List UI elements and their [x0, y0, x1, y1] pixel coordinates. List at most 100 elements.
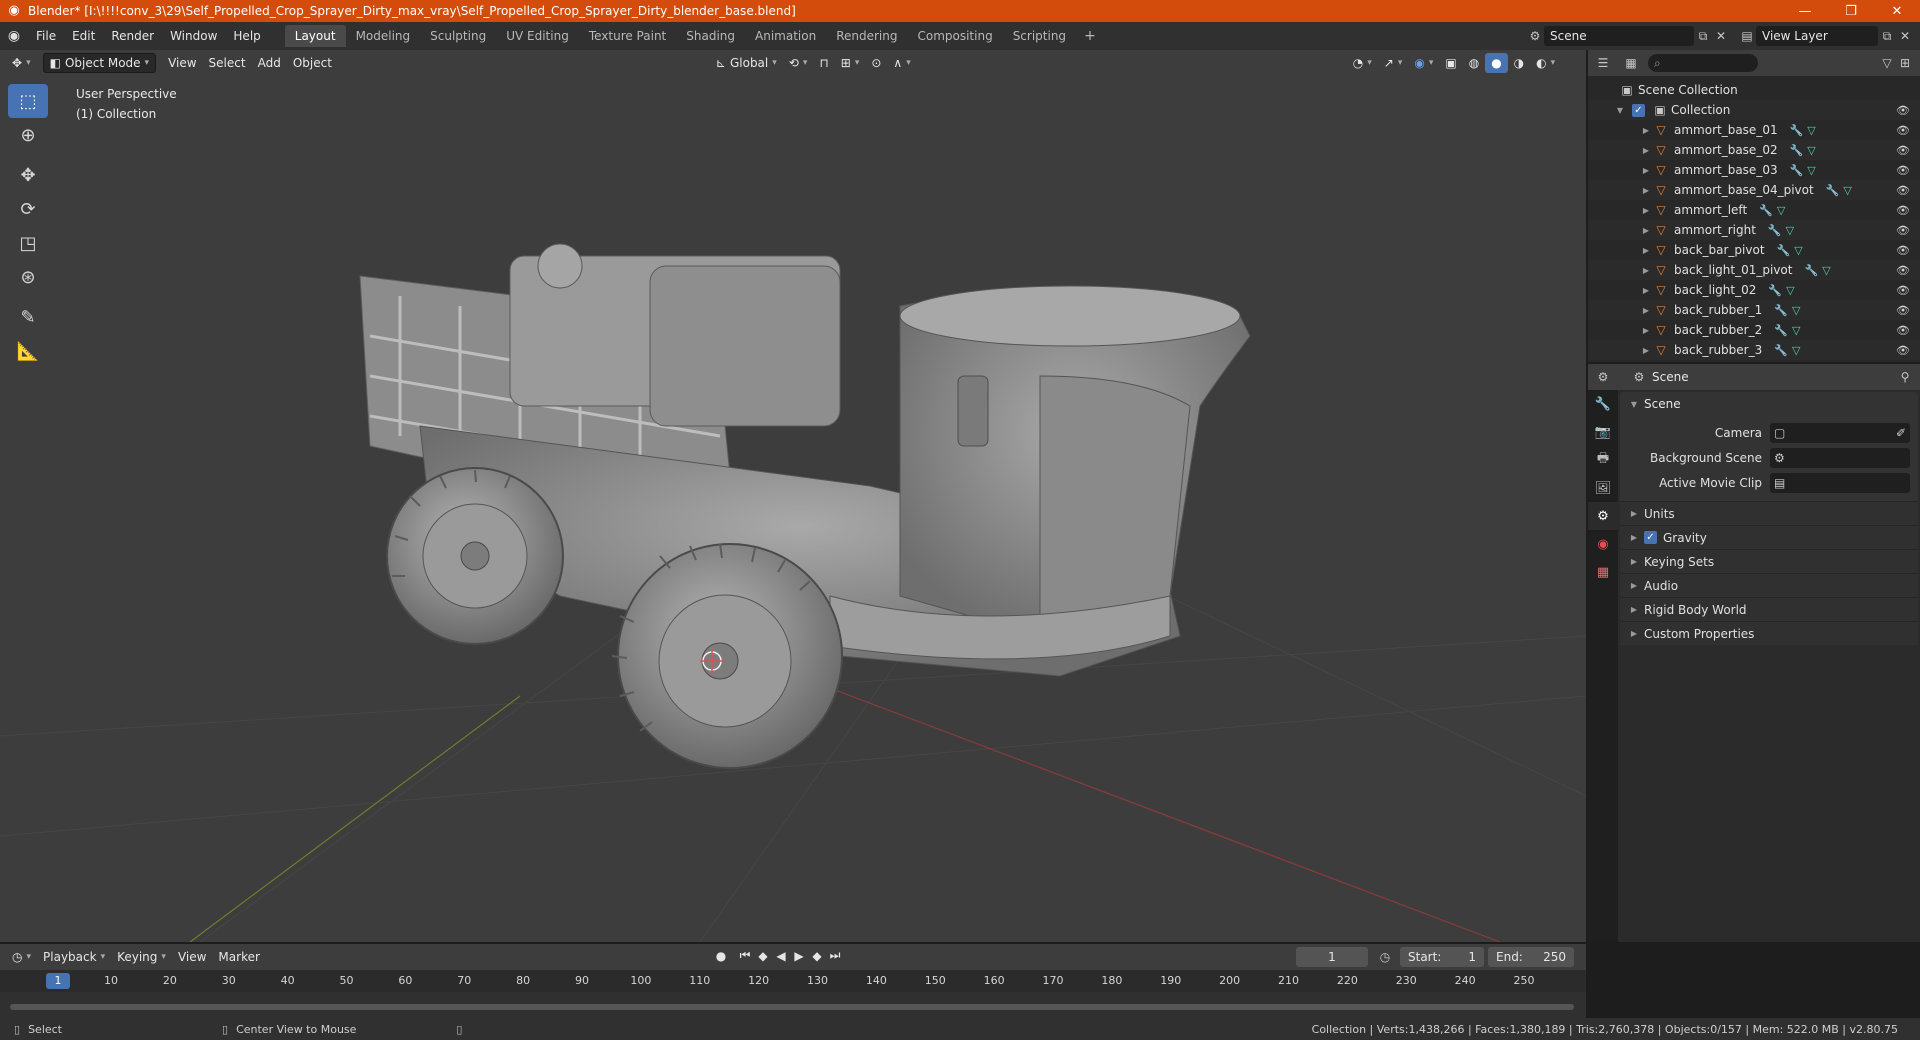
outliner-item[interactable]: ▶ ▽ ammort_base_03 🔧 ▽ 👁 [1588, 160, 1920, 180]
eye-icon[interactable]: 👁 [1896, 124, 1910, 137]
filter-icon[interactable]: ▽ [1878, 54, 1896, 72]
eye-icon[interactable]: 👁 [1896, 244, 1910, 257]
expand-icon[interactable]: ▶ [1640, 326, 1652, 335]
timeline-scrollbar[interactable] [10, 1004, 1574, 1010]
menu-file[interactable]: File [28, 22, 64, 50]
scene-collection-row[interactable]: ▣ Scene Collection [1588, 80, 1920, 100]
modifier-icon[interactable]: 🔧 [1826, 184, 1840, 197]
mesh-data-icon[interactable]: ▽ [1822, 264, 1830, 277]
modifier-icon[interactable]: 🔧 [1777, 244, 1791, 257]
tab-layout[interactable]: Layout [284, 25, 346, 47]
eye-icon[interactable]: 👁 [1896, 104, 1910, 117]
timeline-editor-icon[interactable]: ◷ ▾ [6, 947, 37, 967]
tab-uv-editing[interactable]: UV Editing [496, 25, 579, 47]
pivot-point-icon[interactable]: ⟲ ▾ [783, 53, 814, 73]
gravity-checkbox[interactable]: ✓ [1644, 531, 1657, 544]
modifier-icon[interactable]: 🔧 [1768, 284, 1782, 297]
eye-icon[interactable]: 👁 [1896, 204, 1910, 217]
outliner-item[interactable]: ▶ ▽ ammort_left 🔧 ▽ 👁 [1588, 200, 1920, 220]
snap-target-icon[interactable]: ⊞ ▾ [835, 53, 866, 73]
tab-modeling[interactable]: Modeling [346, 25, 421, 47]
record-icon[interactable]: ● [712, 949, 730, 963]
mesh-data-icon[interactable]: ▽ [1794, 244, 1802, 257]
eye-icon[interactable]: 👁 [1896, 224, 1910, 237]
eye-icon[interactable]: 👁 [1896, 184, 1910, 197]
object-menu[interactable]: Object [287, 53, 338, 73]
tab-animation[interactable]: Animation [745, 25, 826, 47]
scene-panel-header[interactable]: ▼ Scene [1620, 392, 1918, 416]
modifier-icon[interactable]: 🔧 [1790, 144, 1804, 157]
modifier-icon[interactable]: 🔧 [1759, 204, 1773, 217]
mesh-data-icon[interactable]: ▽ [1807, 144, 1815, 157]
modifier-icon[interactable]: 🔧 [1790, 124, 1804, 137]
eyedropper-icon[interactable]: ✐ [1896, 426, 1906, 440]
play-reverse-icon[interactable]: ◀ [772, 949, 790, 963]
custom-properties-panel[interactable]: ▶ Custom Properties [1620, 621, 1918, 645]
outliner-item[interactable]: ▶ ▽ back_light_02 🔧 ▽ 👁 [1588, 280, 1920, 300]
transform-tool-icon[interactable]: ⊛ [8, 260, 48, 294]
snap-icon[interactable]: ⊓ [813, 53, 834, 73]
jump-end-icon[interactable]: ⏭ [826, 948, 844, 963]
world-tab-icon[interactable]: ◉ [1588, 530, 1618, 558]
cursor-tool-icon[interactable]: ⊕ [8, 118, 48, 152]
current-frame-indicator[interactable]: 1 [46, 973, 70, 989]
mesh-data-icon[interactable]: ▽ [1786, 284, 1794, 297]
tool-tab-icon[interactable]: 🔧 [1588, 390, 1618, 418]
wireframe-shading-icon[interactable]: ◍ [1463, 53, 1485, 73]
maximize-button[interactable]: ❐ [1828, 0, 1874, 22]
playback-menu[interactable]: Playback ▾ [37, 947, 111, 967]
timeline-view-menu[interactable]: View [172, 947, 212, 967]
new-view-layer-icon[interactable]: ⧉ [1878, 27, 1896, 45]
material-shading-icon[interactable]: ◑ [1508, 53, 1530, 73]
menu-edit[interactable]: Edit [64, 22, 103, 50]
camera-field[interactable]: ▢ ✐ [1770, 422, 1910, 443]
rendered-shading-icon[interactable]: ◐ ▾ [1530, 53, 1561, 73]
annotate-tool-icon[interactable]: ✎ [8, 300, 48, 334]
outliner-item[interactable]: ▶ ▽ ammort_right 🔧 ▽ 👁 [1588, 220, 1920, 240]
display-mode-icon[interactable]: ▦ [1622, 54, 1640, 72]
marker-menu[interactable]: Marker [212, 947, 265, 967]
close-button[interactable]: ✕ [1874, 0, 1920, 22]
eye-icon[interactable]: 👁 [1896, 264, 1910, 277]
modifier-icon[interactable]: 🔧 [1790, 164, 1804, 177]
visibility-icon[interactable]: ◔ ▾ [1347, 53, 1378, 73]
expand-icon[interactable]: ▶ [1640, 166, 1652, 175]
outliner-item[interactable]: ▶ ▽ back_light_01_pivot 🔧 ▽ 👁 [1588, 260, 1920, 280]
texture-tab-icon[interactable]: ▦ [1588, 558, 1618, 586]
view-layer-tab-icon[interactable]: 🖼 [1588, 474, 1618, 502]
units-panel[interactable]: ▶ Units [1620, 501, 1918, 525]
modifier-icon[interactable]: 🔧 [1774, 324, 1788, 337]
keying-sets-panel[interactable]: ▶ Keying Sets [1620, 549, 1918, 573]
rotate-tool-icon[interactable]: ⟳ [8, 192, 48, 226]
add-menu[interactable]: Add [252, 53, 287, 73]
solid-shading-icon[interactable]: ● [1485, 53, 1508, 73]
outliner-item[interactable]: ▶ ▽ back_rubber_2 🔧 ▽ 👁 [1588, 320, 1920, 340]
expand-icon[interactable]: ▼ [1614, 106, 1626, 115]
modifier-icon[interactable]: 🔧 [1774, 304, 1788, 317]
mesh-data-icon[interactable]: ▽ [1807, 124, 1815, 137]
expand-icon[interactable]: ▶ [1640, 266, 1652, 275]
delete-scene-icon[interactable]: ✕ [1712, 27, 1730, 45]
proportional-edit-icon[interactable]: ⊙ [865, 53, 887, 73]
properties-editor-icon[interactable]: ⚙ [1594, 368, 1612, 386]
eye-icon[interactable]: 👁 [1896, 344, 1910, 357]
outliner-search-input[interactable]: ⌕ [1648, 54, 1758, 72]
expand-icon[interactable]: ▶ [1640, 186, 1652, 195]
expand-icon[interactable]: ▶ [1640, 226, 1652, 235]
scene-icon[interactable]: ⚙ [1526, 27, 1544, 45]
new-collection-icon[interactable]: ⊞ [1896, 54, 1914, 72]
move-tool-icon[interactable]: ✥ [8, 158, 48, 192]
tab-sculpting[interactable]: Sculpting [420, 25, 496, 47]
render-tab-icon[interactable]: 📷 [1588, 418, 1618, 446]
outliner-item[interactable]: ▶ ▽ ammort_base_01 🔧 ▽ 👁 [1588, 120, 1920, 140]
modifier-icon[interactable]: 🔧 [1768, 224, 1782, 237]
mesh-data-icon[interactable]: ▽ [1792, 304, 1800, 317]
gravity-panel[interactable]: ▶ ✓ Gravity [1620, 525, 1918, 549]
3d-viewport[interactable]: User Perspective (1) Collection ⬚ ⊕ ✥ ⟳ … [0, 76, 1586, 942]
mesh-data-icon[interactable]: ▽ [1786, 224, 1794, 237]
expand-icon[interactable]: ▶ [1640, 126, 1652, 135]
falloff-icon[interactable]: ∧ ▾ [887, 53, 916, 73]
eye-icon[interactable]: 👁 [1896, 304, 1910, 317]
mesh-data-icon[interactable]: ▽ [1777, 204, 1785, 217]
eye-icon[interactable]: 👁 [1896, 284, 1910, 297]
